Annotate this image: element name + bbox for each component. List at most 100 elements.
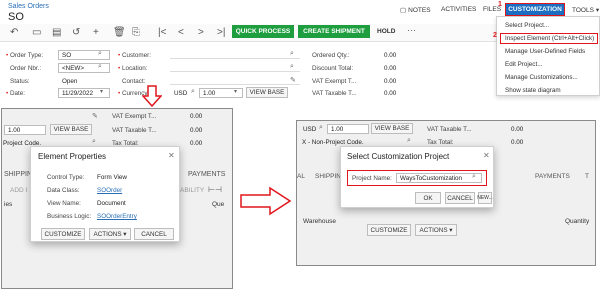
add-row-button[interactable]: ADD I [10,187,27,194]
save-close-icon[interactable]: ▤ [52,27,61,38]
currency-value[interactable]: USD [303,126,316,133]
breadcrumb[interactable]: Sales Orders [8,3,49,10]
search-icon[interactable]: ⌕ [319,124,323,132]
tab-payments[interactable]: PAYMENTS [188,171,225,178]
customer-field[interactable] [170,58,300,59]
prev-record-icon[interactable]: < [178,27,184,38]
cancel-button[interactable]: CANCEL [134,228,174,240]
chevron-down-icon[interactable]: ▾ [234,88,237,95]
ordered-qty-value: 0.00 [384,52,397,59]
control-type-value: Form View [97,174,127,181]
tax-total-value: 0.00 [511,139,524,146]
status-value: Open [62,78,78,85]
vat-taxable-label: VAT Taxable T... [312,90,357,97]
search-icon[interactable]: ⌕ [191,88,195,96]
project-name-label: Project Name: [352,175,392,182]
undo-arrow-icon[interactable]: ↶ [10,27,18,38]
search-icon[interactable]: ⌕ [98,50,102,58]
vat-exempt-value: 0.00 [190,113,203,120]
view-base-button[interactable]: VIEW BASE [50,124,92,135]
menu-item-manage-customizations[interactable]: Manage Customizations... [505,74,578,81]
discount-total-value: 0.00 [384,65,397,72]
quick-process-button[interactable]: QUICK PROCESS [232,25,294,38]
contact-label: Contact: [122,78,146,85]
customization-button[interactable]: CUSTOMIZATION [505,3,565,16]
tools-menu[interactable]: TOOLS ▾ [572,6,599,15]
actions-button[interactable]: ACTIONS ▾ [89,228,131,240]
notes-link[interactable]: ▢ NOTES [400,6,431,15]
business-logic-label: Business Logic: [47,213,92,220]
tab-payments[interactable]: PAYMENTS [535,173,570,180]
close-icon[interactable]: ✕ [168,151,175,160]
close-icon[interactable]: ✕ [483,151,490,160]
activities-link[interactable]: ACTIVITIES [441,6,476,13]
currency-value[interactable]: USD [174,90,187,97]
order-nbr-value: <NEW> [62,65,85,72]
tab-total[interactable]: AL [297,173,305,180]
cancel-icon[interactable]: ↺ [72,27,80,38]
actions-button[interactable]: ACTIONS ▾ [415,224,457,236]
new-button[interactable]: NEW... [477,192,493,204]
customer-label: • Customer: [118,52,152,59]
date-value: 11/29/2022 [62,90,94,97]
customize-button[interactable]: CUSTOMIZE [367,224,411,236]
menu-item-select-project[interactable]: Select Project... [505,22,549,29]
vat-taxable-label: VAT Taxable T... [112,127,157,134]
ok-button[interactable]: OK [415,192,441,204]
vat-taxable-value: 0.00 [190,127,203,134]
search-icon[interactable]: ⌕ [92,138,96,146]
copy-paste-icon[interactable]: ⎘ [132,27,140,38]
view-base-button[interactable]: VIEW BASE [246,87,288,98]
more-actions-button[interactable]: ··· [407,25,416,35]
project-name-value: WaysToCustomization [400,175,463,182]
search-icon[interactable]: ⌕ [290,63,294,71]
next-record-icon[interactable]: > [198,27,204,38]
ordered-qty-label: Ordered Qty.: [312,52,350,59]
contact-field[interactable] [170,84,300,85]
rate-value: 1.00 [331,126,344,133]
column-header-quantity: Quantity [565,218,590,225]
fit-columns-icon[interactable]: ⊢⊣ [208,185,222,194]
dialog-title: Element Properties [38,152,107,161]
save-icon[interactable]: ▭ [32,27,41,38]
order-type-label: • Order Type: [6,52,44,59]
column-header-qty: Que [212,201,225,208]
location-field[interactable] [170,71,300,72]
availability-button[interactable]: ABILITY [180,187,204,194]
delete-icon[interactable]: 🗑 [113,27,126,38]
control-type-label: Control Type: [47,174,85,181]
create-shipment-button[interactable]: CREATE SHIPMENT [298,25,370,38]
first-record-icon[interactable]: |< [158,27,166,38]
search-icon[interactable]: ⌕ [290,50,294,58]
vat-taxable-value: 0.00 [384,90,397,97]
cancel-button[interactable]: CANCEL [445,192,475,204]
dialog-title: Select Customization Project [347,152,450,161]
menu-item-edit-project[interactable]: Edit Project... [505,61,542,68]
edit-icon[interactable]: ✎ [92,112,98,120]
menu-item-manage-udf[interactable]: Manage User-Defined Fields [505,48,585,55]
date-label: • Date: [6,90,26,97]
data-class-link[interactable]: SOOrder [97,187,122,194]
chevron-down-icon[interactable]: ▾ [100,88,103,95]
view-name-value: Document [97,200,126,207]
last-record-icon[interactable]: >| [217,27,225,38]
menu-item-state-diagram[interactable]: Show state diagram [505,87,561,94]
data-class-label: Data Class: [47,187,80,194]
customize-button[interactable]: CUSTOMIZE [41,228,85,240]
vat-exempt-label: VAT Exempt T... [312,78,357,85]
order-nbr-label: Order Nbr.: [10,65,42,72]
search-icon[interactable]: ⌕ [407,137,411,145]
search-icon[interactable]: ⌕ [98,63,102,71]
business-logic-link[interactable]: SOOrderEntry [97,213,137,220]
view-base-button[interactable]: VIEW BASE [371,123,413,134]
edit-icon[interactable]: ✎ [290,76,296,84]
hold-button[interactable]: HOLD [377,28,395,35]
search-icon[interactable]: ⌕ [472,173,476,181]
order-type-value: SO [62,52,72,59]
menu-item-inspect-element-label: Inspect Element (Ctrl+Alt+Click) [505,35,595,42]
tax-total-value: 0.00 [190,140,203,147]
notes-icon: ▢ [400,7,407,14]
add-icon[interactable]: + [93,27,99,38]
tab-more[interactable]: T [585,173,589,180]
location-label: • Location: [118,65,148,72]
